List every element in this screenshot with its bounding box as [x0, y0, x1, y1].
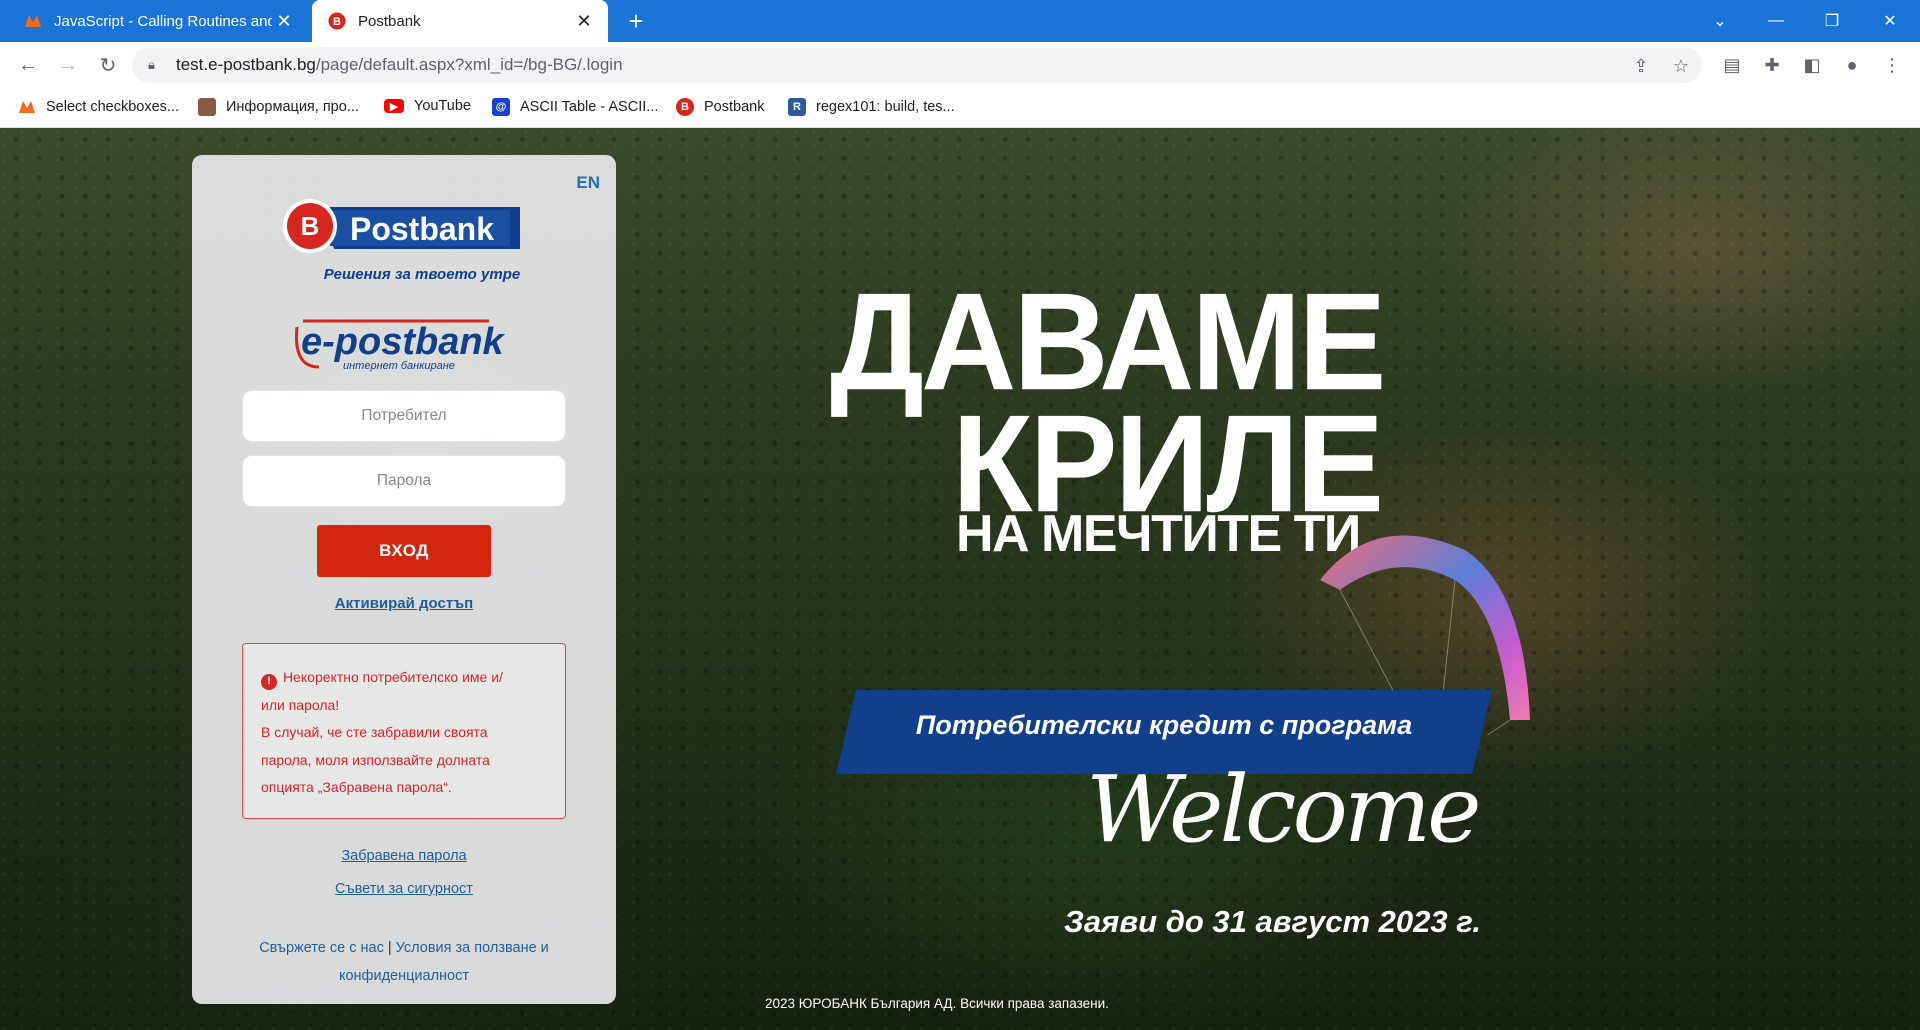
- alert-icon: !: [261, 673, 277, 690]
- bookmark-ascii-table[interactable]: @ ASCII Table - ASCII...: [492, 98, 658, 116]
- bookmark-star-icon[interactable]: ☆: [1670, 55, 1692, 77]
- bookmark-youtube[interactable]: ▶ YouTube: [384, 98, 471, 114]
- side-panel-icon[interactable]: ◧: [1798, 51, 1826, 79]
- svg-text:B: B: [333, 16, 341, 28]
- bookmark-informatsia[interactable]: Информация, про...: [198, 98, 359, 116]
- svg-text:интернет банкиране: интернет банкиране: [343, 360, 455, 372]
- photo-icon: [198, 98, 216, 116]
- browser-tab-strip: JavaScript - Calling Routines and ✕ B Po…: [0, 0, 1920, 42]
- close-window-button[interactable]: ✕: [1862, 0, 1918, 42]
- postbank-logo: B Postbank Решения за твоето утре: [283, 199, 520, 283]
- postman-icon: [18, 98, 36, 116]
- bookmark-select-checkboxes[interactable]: Select checkboxes...: [18, 98, 179, 116]
- at-icon: @: [492, 98, 510, 116]
- reload-button[interactable]: ↻: [92, 49, 124, 81]
- e-postbank-logo: e-postbank интернет банкиране: [294, 319, 506, 372]
- copyright: 2023 ЮРОБАНК България АД. Всички права з…: [765, 996, 1109, 1011]
- postbank-icon: B: [676, 98, 694, 116]
- bookmark-postbank[interactable]: B Postbank: [676, 98, 764, 116]
- tab-search-icon[interactable]: ⌄: [1692, 0, 1748, 42]
- tab-title: Postbank: [358, 12, 421, 30]
- apply-deadline: Заяви до 31 август 2023 г.: [1064, 904, 1481, 939]
- menu-icon[interactable]: ⋮: [1878, 51, 1906, 79]
- youtube-icon: ▶: [384, 99, 404, 113]
- bookmarks-bar: Select checkboxes... Информация, про... …: [0, 88, 1920, 128]
- activate-access-link[interactable]: Активирай достъп: [192, 595, 616, 612]
- restore-button[interactable]: ❐: [1804, 0, 1860, 42]
- lock-icon: 🔒︎: [148, 57, 155, 72]
- reader-icon[interactable]: ▤: [1718, 51, 1746, 79]
- postbank-icon: B: [328, 12, 346, 30]
- login-footer-links: Свържете се с нас | Условия за ползване …: [232, 934, 576, 990]
- url-text[interactable]: test.e-postbank.bg/page/default.aspx?xml…: [176, 55, 623, 75]
- minimize-button[interactable]: —: [1748, 0, 1804, 42]
- login-panel: EN B Postbank Решения за твоето утре e-p…: [192, 155, 616, 1004]
- svg-text:Решения за твоето утре: Решения за твоето утре: [324, 266, 520, 283]
- contact-us-link[interactable]: Свържете се с нас: [259, 940, 384, 956]
- extensions-icon[interactable]: ✚: [1758, 51, 1786, 79]
- svg-text:Postbank: Postbank: [350, 211, 494, 247]
- close-icon[interactable]: ✕: [572, 9, 596, 33]
- separator: |: [387, 940, 392, 956]
- password-field[interactable]: Парола: [242, 455, 566, 507]
- svg-text:B: B: [301, 211, 320, 241]
- error-message: ! Некоректно потребителско име и/ или пар…: [242, 643, 566, 819]
- hero-headline-line3: НА МЕЧТИТЕ ТИ: [956, 505, 1361, 563]
- page-background: EN B Postbank Решения за твоето утре e-p…: [0, 128, 1920, 1030]
- forward-button[interactable]: →: [52, 49, 84, 81]
- bookmark-regex101[interactable]: R regex101: build, tes...: [788, 98, 955, 116]
- share-icon[interactable]: ⇪: [1630, 55, 1652, 77]
- language-switch[interactable]: EN: [576, 173, 600, 193]
- tab-postbank[interactable]: B Postbank ✕: [312, 0, 608, 42]
- new-tab-button[interactable]: +: [620, 5, 652, 37]
- forgot-password-link[interactable]: Забравена парола: [192, 848, 616, 864]
- browser-toolbar: ← → ↻ 🔒︎ test.e-postbank.bg/page/default…: [0, 42, 1920, 88]
- welcome-script: Welcome: [1086, 756, 1482, 863]
- postman-icon: [24, 12, 42, 30]
- promo-banner-text: Потребителски кредит с програма: [915, 710, 1413, 740]
- close-icon[interactable]: ✕: [272, 9, 296, 33]
- regex-icon: R: [788, 98, 806, 116]
- username-field[interactable]: Потребител: [242, 390, 566, 442]
- back-button[interactable]: ←: [12, 49, 44, 81]
- security-tips-link[interactable]: Съвети за сигурност: [192, 881, 616, 897]
- profile-avatar[interactable]: ●: [1838, 51, 1866, 79]
- svg-text:e-postbank: e-postbank: [301, 321, 506, 363]
- login-button[interactable]: ВХОД: [317, 525, 491, 577]
- address-bar[interactable]: 🔒︎ test.e-postbank.bg/page/default.aspx?…: [132, 47, 1702, 83]
- tab-javascript[interactable]: JavaScript - Calling Routines and ✕: [8, 0, 308, 42]
- tab-title: JavaScript - Calling Routines and: [54, 12, 272, 30]
